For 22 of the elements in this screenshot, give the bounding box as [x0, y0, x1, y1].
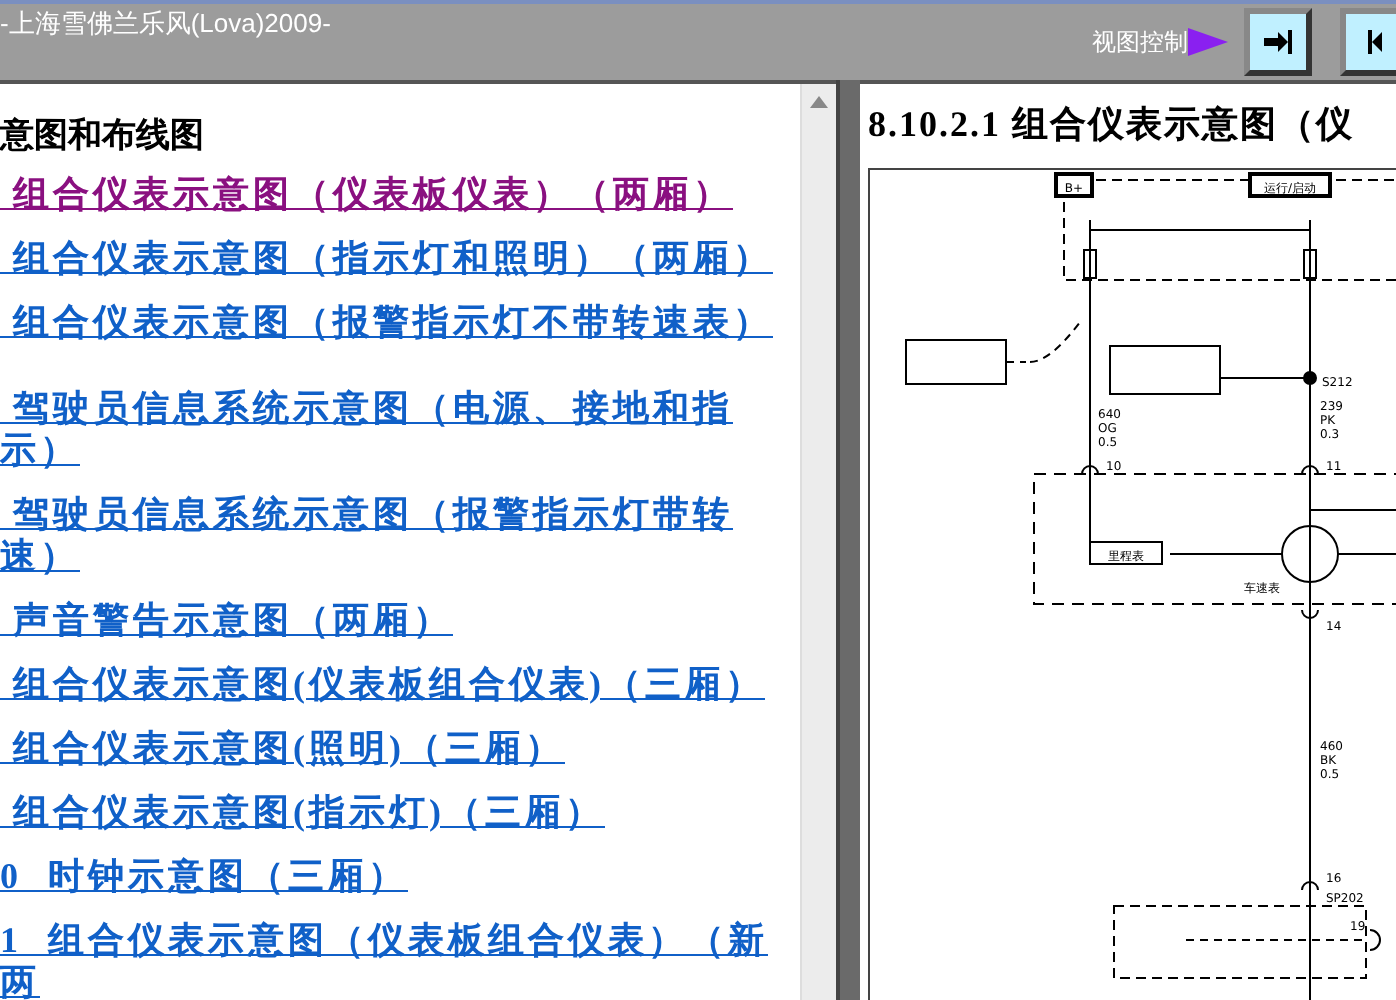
scrollbar[interactable]	[800, 84, 836, 1000]
arrow-to-bar-icon	[1264, 28, 1292, 56]
toc-link[interactable]: 组合仪表示意图(仪表板组合仪表)（三厢）	[0, 664, 784, 706]
triangle-pointer-icon	[1188, 28, 1228, 56]
toc-link[interactable]: 0 时钟示意图（三厢）	[0, 856, 784, 898]
view-control-label: 视图控制	[1092, 25, 1188, 59]
toc-link[interactable]: 1 组合仪表示意图（仪表板组合仪表）（新两	[0, 920, 784, 1000]
scroll-up-icon[interactable]	[810, 96, 828, 108]
pane-splitter[interactable]	[836, 80, 860, 1000]
view-button[interactable]	[1340, 8, 1396, 76]
bar-arrow-icon	[1367, 28, 1381, 56]
view-toggle-button[interactable]	[1244, 8, 1312, 76]
section-heading: 8.10.2.1 组合仪表示意图（仪	[868, 102, 1356, 148]
toc-link[interactable]: 组合仪表示意图（报警指示灯不带转速表）	[0, 302, 784, 344]
toc-link[interactable]: 组合仪表示意图(指示灯)（三厢）	[0, 792, 784, 834]
toc-link[interactable]: 组合仪表示意图(照明)（三厢）	[0, 728, 784, 770]
toc-link[interactable]: 驾驶员信息系统示意图（电源、接地和指示）	[0, 388, 784, 472]
toc-link[interactable]: 组合仪表示意图（指示灯和照明）（两厢）	[0, 238, 784, 280]
toc-link[interactable]: 声音警告示意图（两厢）	[0, 600, 784, 642]
toc-link[interactable]: 驾驶员信息系统示意图（报警指示灯带转速）	[0, 494, 784, 578]
window-title: -上海雪佛兰乐风(Lova)2009-	[0, 6, 331, 42]
toc-link[interactable]: 组合仪表示意图（仪表板仪表）（两厢）	[0, 174, 784, 216]
